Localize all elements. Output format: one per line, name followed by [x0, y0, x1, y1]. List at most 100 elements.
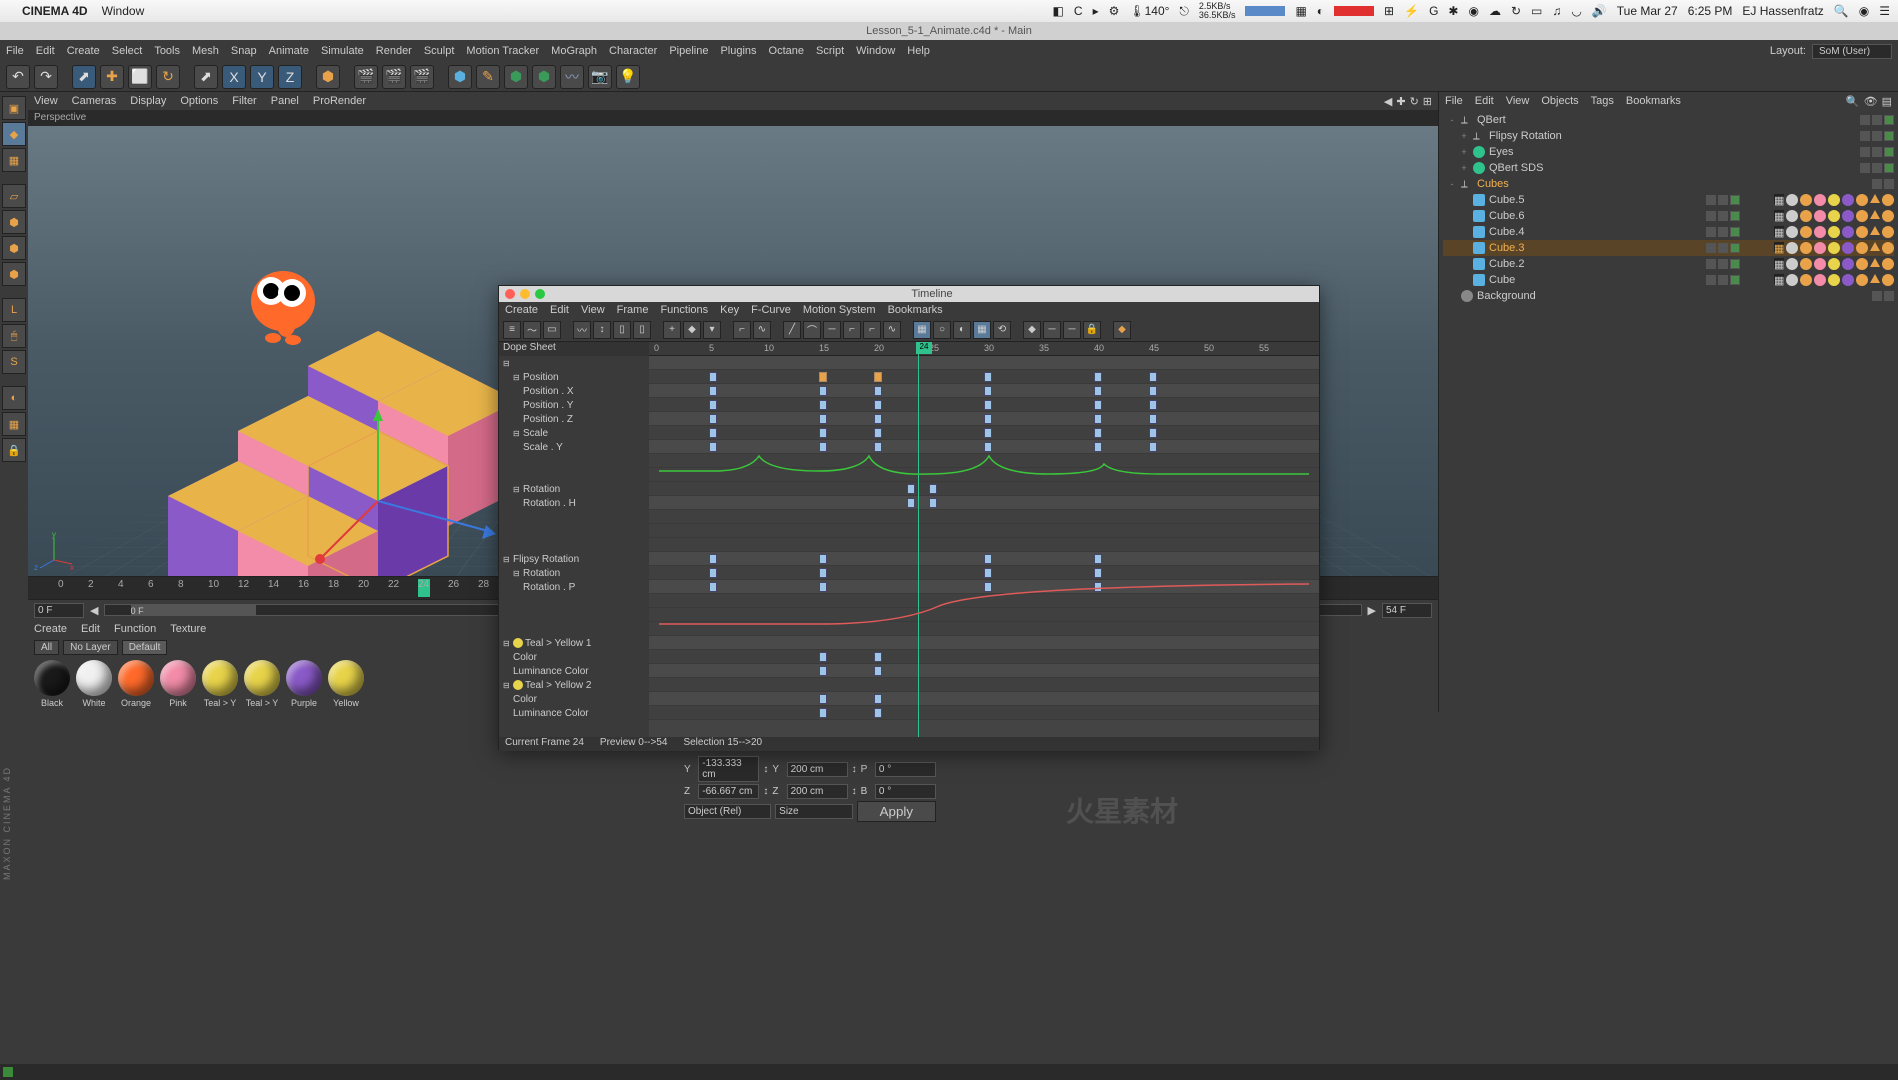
track-row[interactable] [649, 566, 1319, 580]
keyframe[interactable] [1094, 582, 1102, 592]
material-tag[interactable] [1828, 258, 1840, 270]
app-name[interactable]: CINEMA 4D [22, 4, 88, 18]
material-tag[interactable] [1800, 258, 1812, 270]
undo-button[interactable]: ↶ [6, 65, 30, 89]
material-tag[interactable] [1786, 194, 1798, 206]
keyframe[interactable] [819, 400, 827, 410]
track-row[interactable] [649, 692, 1319, 706]
track-row[interactable] [649, 664, 1319, 678]
search-icon[interactable]: 🔍 [1834, 4, 1849, 18]
material-teal---y[interactable]: Teal > Y [244, 660, 280, 708]
vis-editor-toggle[interactable] [1706, 195, 1716, 205]
mat-filter-no-layer[interactable]: No Layer [63, 640, 118, 655]
keyframe[interactable] [709, 582, 717, 592]
tree-row-cube-4[interactable]: Cube.4▦ [1443, 224, 1894, 240]
enable-toggle[interactable] [1730, 195, 1740, 205]
material-tag[interactable] [1856, 210, 1868, 222]
material-tag[interactable] [1882, 258, 1894, 270]
vis-editor-toggle[interactable] [1706, 227, 1716, 237]
keyframe[interactable] [984, 414, 992, 424]
vp-menu-prorender[interactable]: ProRender [313, 95, 366, 107]
tree-row-cube-6[interactable]: Cube.6▦ [1443, 208, 1894, 224]
coord-system[interactable]: ⬢ [316, 65, 340, 89]
tlw-tree-row[interactable]: ⊟Rotation [499, 482, 649, 496]
tlw-tool[interactable]: ▯ [613, 321, 631, 339]
vis-render-toggle[interactable] [1718, 259, 1728, 269]
expand-icon[interactable]: - [1447, 179, 1457, 189]
menu-edit[interactable]: Edit [36, 45, 55, 57]
enable-toggle[interactable] [1884, 115, 1894, 125]
menubar-icon[interactable]: ◧ [1053, 4, 1064, 18]
tlw-tree-row[interactable]: ⊟Flipsy Rotation [499, 552, 649, 566]
material-tag[interactable] [1800, 194, 1812, 206]
tlw-mode-motion[interactable]: ▭ [543, 321, 561, 339]
tlw-tool[interactable]: ▦ [973, 321, 991, 339]
vis-render-toggle[interactable] [1718, 275, 1728, 285]
material-tag[interactable] [1856, 194, 1868, 206]
vis-editor-toggle[interactable] [1706, 259, 1716, 269]
keyframe[interactable] [709, 442, 717, 452]
menu-snap[interactable]: Snap [231, 45, 257, 57]
keyframe[interactable] [819, 708, 827, 718]
keyframe[interactable] [984, 428, 992, 438]
rotate-tool[interactable]: ↻ [156, 65, 180, 89]
menu-select[interactable]: Select [112, 45, 143, 57]
keyframe[interactable] [874, 428, 882, 438]
vis-editor-toggle[interactable] [1860, 163, 1870, 173]
keyframe[interactable] [984, 372, 992, 382]
keyframe[interactable] [1094, 428, 1102, 438]
material-tag[interactable] [1814, 258, 1826, 270]
track-row[interactable] [649, 384, 1319, 398]
menubar-icon[interactable]: C [1074, 4, 1083, 18]
track-row[interactable] [649, 650, 1319, 664]
material-tag[interactable] [1882, 274, 1894, 286]
keyframe[interactable] [1149, 414, 1157, 424]
tlw-mode-dope[interactable]: ≡ [503, 321, 521, 339]
primitive-cube[interactable]: ⬢ [448, 65, 472, 89]
keyframe[interactable] [1094, 554, 1102, 564]
material-orange[interactable]: Orange [118, 660, 154, 708]
expand-icon[interactable]: - [1447, 115, 1457, 125]
keyframe[interactable] [1149, 400, 1157, 410]
menu-pipeline[interactable]: Pipeline [669, 45, 708, 57]
notifications-icon[interactable]: ☰ [1879, 4, 1890, 18]
tlw-menu-key[interactable]: Key [720, 304, 739, 316]
material-tag[interactable] [1786, 258, 1798, 270]
mat-filter-default[interactable]: Default [122, 640, 168, 655]
make-editable[interactable]: ▣ [2, 96, 26, 120]
tlw-interp[interactable]: ∿ [753, 321, 771, 339]
material-tag[interactable] [1882, 194, 1894, 206]
user[interactable]: EJ Hassenfratz [1742, 4, 1823, 18]
scale-tool[interactable]: ⬜ [128, 65, 152, 89]
tree-row-background[interactable]: Background [1443, 288, 1894, 304]
apply-button[interactable]: Apply [857, 801, 936, 822]
keyframe[interactable] [819, 414, 827, 424]
material-tag[interactable] [1842, 242, 1854, 254]
menubar-icon[interactable]: ◐ [1317, 4, 1324, 18]
tweak-mode[interactable]: 🖱 [2, 324, 26, 348]
om-menu-bookmarks[interactable]: Bookmarks [1626, 95, 1681, 107]
vis-editor-toggle[interactable] [1860, 115, 1870, 125]
keyframe[interactable] [907, 484, 915, 494]
tag-icon[interactable] [1870, 242, 1880, 251]
keyframe[interactable] [984, 582, 992, 592]
tlw-tool[interactable]: ─ [1063, 321, 1081, 339]
tag-icon[interactable]: ▦ [1774, 226, 1784, 236]
menubar-icon[interactable]: ⚡ [1404, 4, 1419, 18]
keyframe[interactable] [984, 568, 992, 578]
vis-render-toggle[interactable] [1718, 195, 1728, 205]
menu-mesh[interactable]: Mesh [192, 45, 219, 57]
material-tag[interactable] [1856, 258, 1868, 270]
enable-toggle[interactable] [1730, 227, 1740, 237]
tree-row-cube-5[interactable]: Cube.5▦ [1443, 192, 1894, 208]
mat-filter-all[interactable]: All [34, 640, 59, 655]
time[interactable]: 6:25 PM [1688, 4, 1733, 18]
menu-plugins[interactable]: Plugins [720, 45, 756, 57]
redo-button[interactable]: ↷ [34, 65, 58, 89]
menubar-icon[interactable]: G [1429, 4, 1438, 18]
material-tag[interactable] [1814, 210, 1826, 222]
material-tag[interactable] [1842, 226, 1854, 238]
tlw-key-tool[interactable]: ▾ [703, 321, 721, 339]
keyframe[interactable] [984, 442, 992, 452]
keyframe[interactable] [709, 400, 717, 410]
